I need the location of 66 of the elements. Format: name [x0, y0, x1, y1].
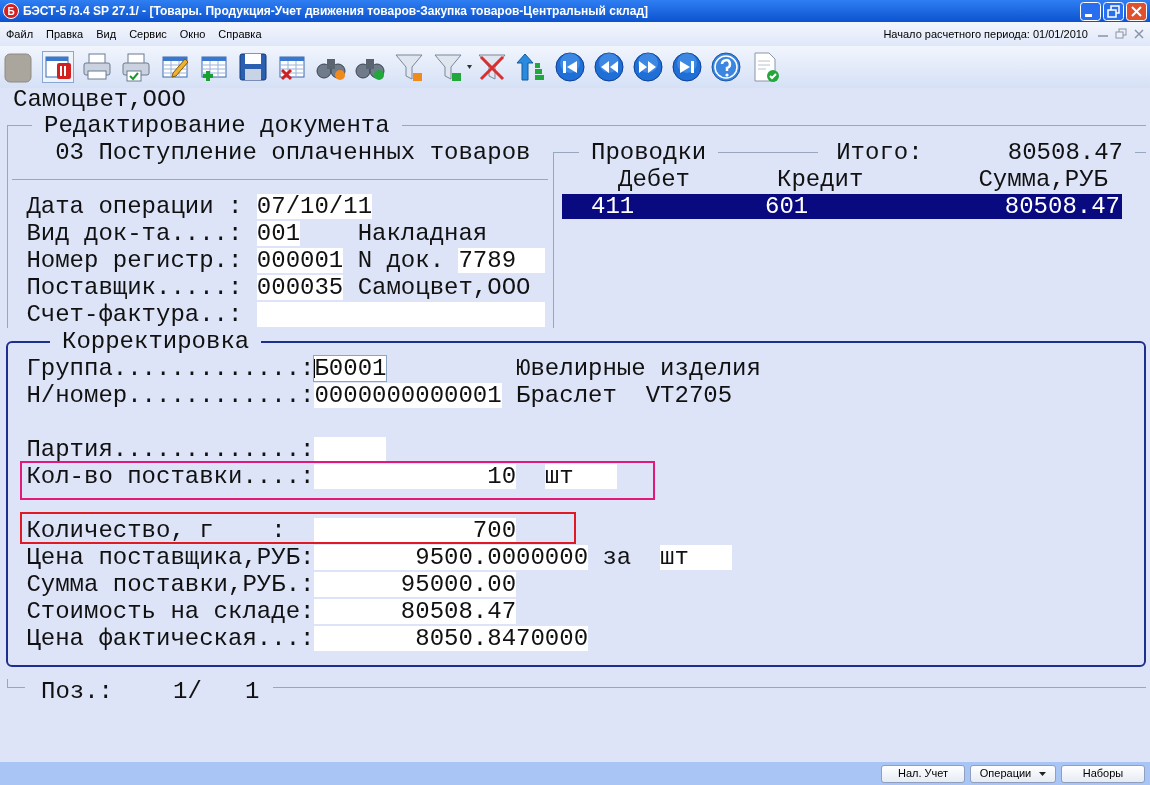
input-field[interactable]: 10: [314, 464, 517, 489]
menu-item[interactable]: Справка: [218, 25, 262, 43]
input-field[interactable]: Б0001: [314, 356, 387, 381]
input-field[interactable]: 8050.8470000: [314, 626, 589, 651]
company-name: Самоцвет,ООО: [12, 88, 187, 112]
value-text: за: [602, 542, 633, 573]
position-value: 1/ 1: [173, 678, 260, 705]
rewind-icon[interactable]: [593, 51, 625, 83]
menu-item[interactable]: Правка: [46, 25, 84, 43]
window-icon[interactable]: [42, 51, 74, 83]
dropdown-button[interactable]: Операции: [970, 764, 1056, 783]
section-title: Корректировка: [61, 328, 251, 355]
minimize-icon[interactable]: [1080, 1, 1101, 21]
caret-icon: [1039, 771, 1047, 776]
window-title: БЭСТ-5 /3.4 SP 27.1/ - [Товары. Продукция-Учет движения товаров-Закупка товаров-Центральный склад]: [23, 3, 648, 20]
menu-item[interactable]: Сервис: [129, 25, 167, 43]
close-icon[interactable]: [1132, 27, 1146, 41]
input-field[interactable]: 9500.0000000: [314, 545, 589, 570]
table-cell: 601: [765, 194, 809, 219]
save-icon[interactable]: [237, 51, 269, 83]
column-header: Сумма,РУБ: [978, 166, 1108, 193]
first-icon[interactable]: [554, 51, 586, 83]
input-field[interactable]: 0000000000001: [314, 383, 502, 408]
printer-icon[interactable]: [81, 51, 113, 83]
input-field[interactable]: 000035: [256, 275, 344, 300]
close-icon[interactable]: [1126, 1, 1147, 21]
section-title: Редактирование документа: [43, 112, 391, 139]
operation-title: 03 Поступление оплаченных товаров: [54, 139, 532, 166]
restore-icon[interactable]: [1103, 1, 1124, 21]
action-button[interactable]: Наборы: [1061, 764, 1145, 783]
input-field[interactable]: [314, 437, 387, 462]
filter-clear-icon[interactable]: [476, 51, 508, 83]
input-field[interactable]: 07/10/11: [256, 194, 373, 219]
input-field[interactable]: 7789: [458, 248, 545, 273]
menu-item[interactable]: Файл: [6, 25, 34, 43]
input-field[interactable]: 700: [314, 518, 517, 543]
app-icon: Б: [3, 3, 19, 19]
table-cell: 80508.47: [1004, 194, 1120, 219]
column-header: Дебет: [618, 166, 691, 193]
input-field[interactable]: 001: [256, 221, 301, 246]
column-header: Кредит: [777, 166, 864, 193]
posting-row[interactable]: 411 601 80508.47: [562, 194, 1122, 219]
last-icon[interactable]: [671, 51, 703, 83]
action-button[interactable]: Нал. Учет: [881, 764, 965, 783]
menu-item[interactable]: Окно: [179, 25, 206, 43]
fast-forward-icon[interactable]: [632, 51, 664, 83]
block-icon[interactable]: [3, 51, 35, 83]
position-label: Поз.:: [41, 678, 113, 705]
input-field[interactable]: 80508.47: [314, 599, 517, 624]
filter-icon[interactable]: [393, 51, 425, 83]
sort-icon[interactable]: [515, 51, 547, 83]
menu-item[interactable]: Вид: [96, 25, 117, 43]
total-value: 80508.47: [1007, 137, 1123, 168]
section-title: Проводки: [591, 137, 707, 168]
text-cursor: [314, 359, 316, 378]
period-label: Начало расчетного периода: 01/01/2010: [883, 26, 1088, 42]
total-label: Итого:: [836, 137, 923, 168]
printer-check-icon[interactable]: [120, 51, 152, 83]
table-cell-text: 411: [591, 194, 636, 219]
input-field[interactable]: 000001: [256, 248, 344, 273]
input-field[interactable]: шт: [544, 464, 617, 489]
caret-icon[interactable]: [467, 65, 472, 69]
help-icon[interactable]: [710, 51, 742, 83]
input-field[interactable]: шт: [660, 545, 733, 570]
input-field[interactable]: [256, 302, 545, 327]
input-field[interactable]: 95000.00: [314, 572, 517, 597]
